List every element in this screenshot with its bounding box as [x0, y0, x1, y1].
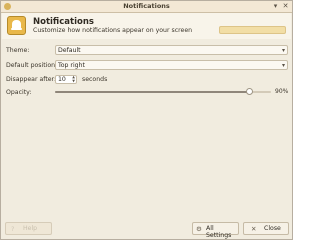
help-button[interactable]: ? Help	[5, 222, 52, 235]
opacity-slider-fill	[55, 91, 250, 93]
all-settings-button[interactable]: ⚙ All Settings	[192, 222, 239, 239]
help-icon: ?	[11, 225, 15, 233]
disappear-spinner[interactable]: 10 ▲ ▼	[55, 75, 77, 84]
help-button-label: Help	[23, 225, 38, 232]
settings-icon: ⚙	[196, 225, 202, 233]
notifications-window: Notifications ▾ ✕ Notifications Customiz…	[0, 0, 293, 240]
position-select[interactable]: Top right ▾	[55, 60, 288, 70]
opacity-slider-handle[interactable]	[246, 88, 254, 95]
opacity-label: Opacity:	[6, 89, 32, 96]
position-label: Default position:	[6, 62, 58, 69]
opacity-value: 90%	[275, 88, 289, 95]
page-title: Notifications	[33, 17, 94, 27]
disappear-unit: seconds	[82, 76, 108, 83]
disappear-label: Disappear after:	[6, 76, 57, 83]
dropdown-arrow-icon: ▾	[281, 62, 285, 69]
close-icon: ✕	[251, 225, 257, 233]
all-settings-button-label: All Settings	[206, 225, 232, 239]
close-button[interactable]: ✕ Close	[243, 222, 289, 235]
shade-button[interactable]: ▾	[271, 2, 280, 11]
search-input[interactable]	[219, 26, 286, 34]
theme-value: Default	[58, 47, 81, 54]
theme-select[interactable]: Default ▾	[55, 45, 288, 55]
decrement-icon[interactable]: ▼	[72, 79, 75, 83]
position-value: Top right	[58, 62, 85, 69]
opacity-slider[interactable]	[55, 88, 271, 95]
header-banner: Notifications Customize how notification…	[2, 13, 291, 39]
dropdown-arrow-icon: ▾	[281, 47, 285, 54]
close-button-label: Close	[264, 225, 281, 232]
page-subtitle: Customize how notifications appear on yo…	[33, 27, 193, 34]
theme-label: Theme:	[6, 47, 30, 54]
close-window-button[interactable]: ✕	[281, 2, 290, 11]
notifications-bell-icon	[7, 16, 26, 35]
title-bar[interactable]: Notifications ▾ ✕	[1, 1, 292, 13]
disappear-value: 10	[58, 76, 66, 83]
window-title: Notifications	[123, 2, 170, 10]
